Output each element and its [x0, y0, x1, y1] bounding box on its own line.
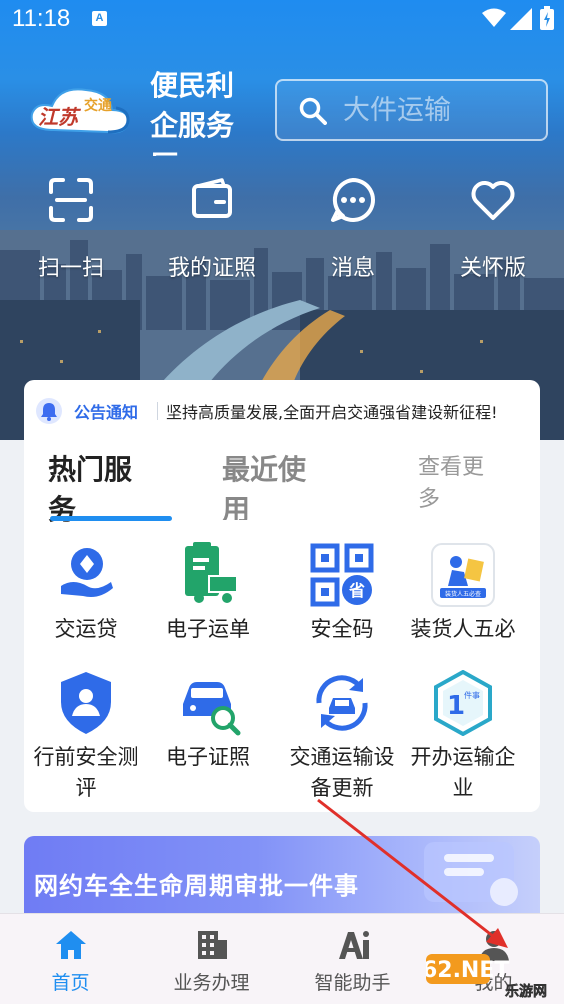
qr-code-icon: 省: [310, 543, 374, 607]
service-label: 装货人五必查: [410, 617, 516, 641]
announcement-label: 公告通知: [74, 403, 139, 422]
bell-icon: [36, 398, 62, 424]
service-open-transport-enterprise[interactable]: 1 件事 开办运输企业: [403, 670, 523, 808]
service-label: 交通运输设备更新: [289, 745, 395, 800]
app-title: 便民利企服务厅: [150, 69, 235, 156]
one-stop-badge-number: 1: [447, 691, 465, 721]
loader-check-icon: 装货人五必查: [431, 543, 495, 607]
hero-header: 11:18 A 江苏 交通 便民利企服务厅 扫一扫: [0, 0, 564, 440]
quick-action-messages[interactable]: 消息: [298, 176, 408, 286]
loan-hand-icon: [61, 548, 113, 597]
tab-home[interactable]: 首页: [0, 914, 141, 1004]
services-card: 公告通知 坚持高质量发展,全面开启交通强省建设新征程! 热门服务 最近使用 查看…: [24, 380, 540, 812]
car-renew-icon: [316, 675, 368, 731]
one-stop-badge-sub: 件事: [464, 690, 480, 700]
status-bar: 11:18 A: [0, 0, 564, 40]
signal-icon: [510, 8, 532, 30]
one-stop-icon: 1 件事: [434, 670, 492, 736]
promo-banner[interactable]: 网约车全生命周期审批一件事: [24, 836, 540, 916]
search-box[interactable]: [275, 79, 548, 141]
wallet-icon: [192, 178, 232, 218]
quick-action-my-licenses[interactable]: 我的证照: [157, 176, 267, 286]
tab-business[interactable]: 业务办理: [141, 914, 282, 1004]
announcement-text: 坚持高质量发展,全面开启交通强省建设新征程!: [166, 403, 498, 422]
service-label: 安全码: [310, 617, 374, 641]
battery-icon: [540, 6, 554, 30]
quick-action-label: 我的证照: [167, 256, 256, 281]
loader-badge-text: 装货人五必查: [445, 590, 481, 598]
quick-action-label: 关怀版: [459, 256, 526, 281]
jiangsu-traffic-logo: 江苏 交通: [30, 88, 130, 134]
service-label: 电子证照: [166, 745, 250, 769]
tab-label: 业务办理: [173, 972, 250, 994]
status-time: 11:18: [12, 5, 71, 32]
scan-icon: [49, 178, 93, 222]
search-input[interactable]: [343, 93, 533, 127]
service-safety-code[interactable]: 省 安全码: [282, 542, 402, 648]
ai-icon: [338, 931, 369, 959]
quick-action-label: 消息: [330, 256, 375, 281]
notification-app-icon: A: [92, 11, 107, 26]
quick-action-scan[interactable]: 扫一扫: [16, 176, 126, 286]
service-equipment-renewal[interactable]: 交通运输设备更新: [282, 670, 402, 808]
message-icon: [331, 178, 375, 222]
heart-icon: [471, 181, 515, 220]
search-icon: [299, 97, 327, 125]
wifi-icon: [482, 8, 506, 27]
qr-badge-text: 省: [348, 581, 365, 600]
watermark-sub: 乐游网: [505, 983, 547, 1000]
service-loader-five-checks[interactable]: 装货人五必查 装货人五必查: [403, 542, 523, 648]
tab-label: 智能助手: [314, 972, 391, 994]
shield-person-icon: [61, 672, 111, 734]
quick-action-label: 扫一扫: [37, 256, 104, 281]
tab-recently-used[interactable]: 最近使用: [222, 450, 322, 520]
svg-text:江苏: 江苏: [38, 105, 82, 129]
car-illustration: [424, 842, 518, 906]
quick-action-care-mode[interactable]: 关怀版: [438, 176, 548, 286]
watermark-brand: 962.NET: [426, 958, 509, 983]
divider: [157, 402, 158, 420]
tab-label: 首页: [51, 972, 90, 994]
car-search-icon: [183, 682, 241, 736]
tab-ai-assistant[interactable]: 智能助手: [282, 914, 423, 1004]
service-e-license[interactable]: 电子证照: [148, 670, 268, 776]
home-icon: [55, 931, 86, 959]
service-label: 开办运输企业: [410, 745, 516, 800]
active-tab-indicator: [50, 516, 172, 521]
service-label: 行前安全测评: [33, 745, 139, 800]
building-icon: [197, 931, 227, 959]
svg-text:交通: 交通: [84, 97, 112, 114]
watermark-logo: 962.NET 乐游网: [426, 954, 547, 1000]
announcement-bar[interactable]: 公告通知 坚持高质量发展,全面开启交通强省建设新征程!: [36, 396, 536, 426]
service-e-waybill[interactable]: 电子运单: [148, 542, 268, 648]
banner-title: 网约车全生命周期审批一件事: [34, 872, 359, 900]
service-pre-trip-assessment[interactable]: 行前安全测评: [26, 670, 146, 808]
view-more-link[interactable]: 查看更多: [418, 452, 500, 522]
truck-document-icon: [185, 542, 238, 603]
service-jiaoyundai[interactable]: 交运贷: [26, 542, 146, 648]
service-label: 电子运单: [166, 617, 250, 641]
service-label: 交运贷: [54, 617, 118, 641]
